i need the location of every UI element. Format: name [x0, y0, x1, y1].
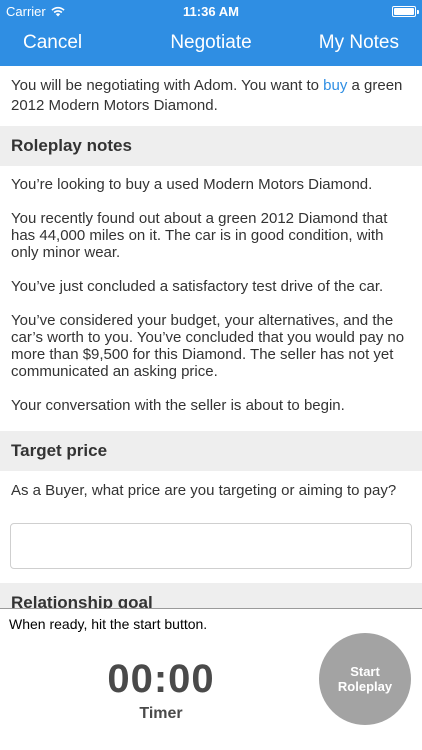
start-button-line2: Roleplay	[337, 679, 393, 694]
timer-value: 00:00	[107, 657, 215, 701]
target-price-input[interactable]	[10, 523, 412, 569]
start-hint: When ready, hit the start button.	[9, 616, 208, 632]
buy-link[interactable]: buy	[323, 77, 347, 94]
battery-icon	[392, 6, 419, 17]
target-price-question: As a Buyer, what price are you targeting…	[11, 482, 397, 499]
target-price-header: Target price	[0, 431, 422, 471]
scroll-content[interactable]: You will be negotiating with Adom. You w…	[0, 66, 422, 608]
intro-text: You will be negotiating with Adom. You w…	[0, 66, 422, 126]
start-roleplay-button[interactable]: Start Roleplay	[319, 633, 411, 725]
timer-label: Timer	[139, 705, 183, 722]
status-time: 11:36 AM	[183, 4, 239, 19]
roleplay-paragraph: You’ve just concluded a satisfactory tes…	[11, 278, 384, 295]
my-notes-button[interactable]: My Notes	[319, 32, 399, 54]
roleplay-paragraph: You’re looking to buy a used Modern Moto…	[11, 176, 373, 193]
roleplay-notes-header: Roleplay notes	[0, 126, 422, 166]
roleplay-paragraph: You recently found out about a green 201…	[11, 210, 388, 261]
cancel-button[interactable]: Cancel	[23, 32, 82, 54]
bottom-panel: When ready, hit the start button. 00:00 …	[0, 608, 422, 750]
roleplay-paragraph: You’ve considered your budget, your alte…	[11, 312, 405, 380]
start-button-line1: Start	[350, 664, 380, 679]
roleplay-notes: You’re looking to buy a used Modern Moto…	[0, 166, 422, 414]
intro-text-before: You will be negotiating with Adom. You w…	[11, 77, 324, 94]
roleplay-paragraph: Your conversation with the seller is abo…	[11, 397, 345, 414]
status-bar: Carrier 11:36 AM	[0, 0, 422, 22]
relationship-goal-header: Relationship goal	[0, 583, 422, 608]
navigation-bar: Cancel Negotiate My Notes	[0, 22, 422, 66]
